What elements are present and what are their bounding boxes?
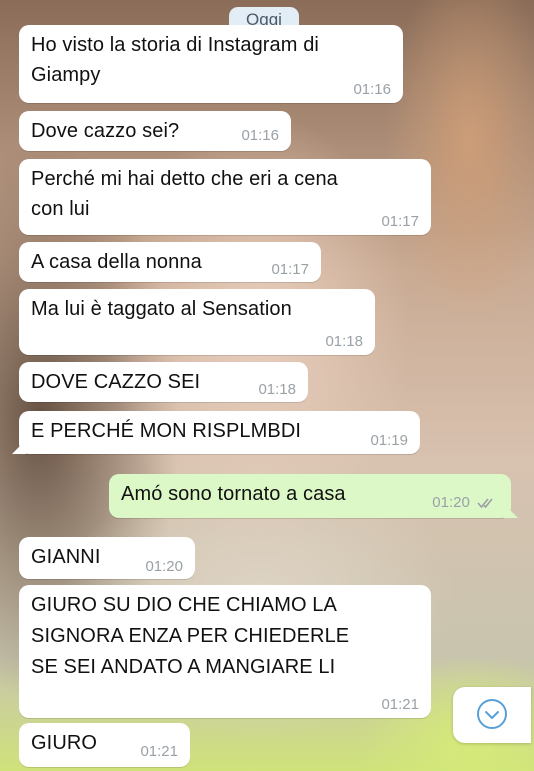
message-time: 01:16 — [353, 81, 391, 98]
message-meta: 01:20 — [432, 494, 497, 512]
message-time: 01:21 — [140, 743, 178, 760]
message-text: GIURO SU DIO CHE CHIAMO LA SIGNORA ENZA … — [31, 594, 350, 678]
chevron-down-icon — [485, 711, 499, 719]
message-text: Ho visto la storia di Instagram di Giamp… — [31, 34, 319, 86]
message-text: Ma lui è taggato al Sensation — [31, 298, 292, 320]
message-time: 01:20 — [432, 494, 470, 511]
message-bubble-outgoing[interactable]: Amó sono tornato a casa 01:20 — [109, 474, 518, 518]
message-bubble-incoming[interactable]: GIANNI 01:20 — [19, 537, 195, 579]
message-bubble-incoming[interactable]: Dove cazzo sei? 01:16 — [19, 111, 291, 151]
message-time: 01:20 — [145, 558, 183, 575]
message-bubble-incoming[interactable]: Ho visto la storia di Instagram di Giamp… — [19, 25, 403, 103]
scroll-to-bottom-button[interactable] — [453, 687, 531, 743]
message-bubble-incoming[interactable]: Ma lui è taggato al Sensation 01:18 — [19, 289, 375, 355]
message-time: 01:18 — [258, 381, 296, 398]
message-bubble-incoming[interactable]: GIURO 01:21 — [19, 723, 190, 767]
message-text: DOVE CAZZO SEI — [31, 371, 201, 393]
message-text: A casa della nonna — [31, 251, 202, 273]
message-bubble-incoming[interactable]: E PERCHÉ MON RISPLMBDI 01:19 — [12, 411, 420, 454]
message-bubble-incoming[interactable]: A casa della nonna 01:17 — [19, 242, 321, 282]
message-time: 01:19 — [370, 432, 408, 449]
message-time: 01:17 — [271, 261, 309, 278]
message-time: 01:17 — [381, 213, 419, 230]
double-check-icon — [477, 498, 493, 509]
message-bubble-incoming[interactable]: DOVE CAZZO SEI 01:18 — [19, 362, 308, 402]
message-time: 01:16 — [241, 127, 279, 144]
message-bubble-incoming[interactable]: Perché mi hai detto che eri a cena con l… — [19, 159, 431, 235]
message-text: Perché mi hai detto che eri a cena con l… — [31, 168, 338, 220]
message-bubble-incoming[interactable]: GIURO SU DIO CHE CHIAMO LA SIGNORA ENZA … — [19, 585, 431, 718]
message-time: 01:21 — [381, 696, 419, 713]
message-time: 01:18 — [325, 333, 363, 350]
message-text: E PERCHÉ MON RISPLMBDI — [31, 420, 302, 442]
